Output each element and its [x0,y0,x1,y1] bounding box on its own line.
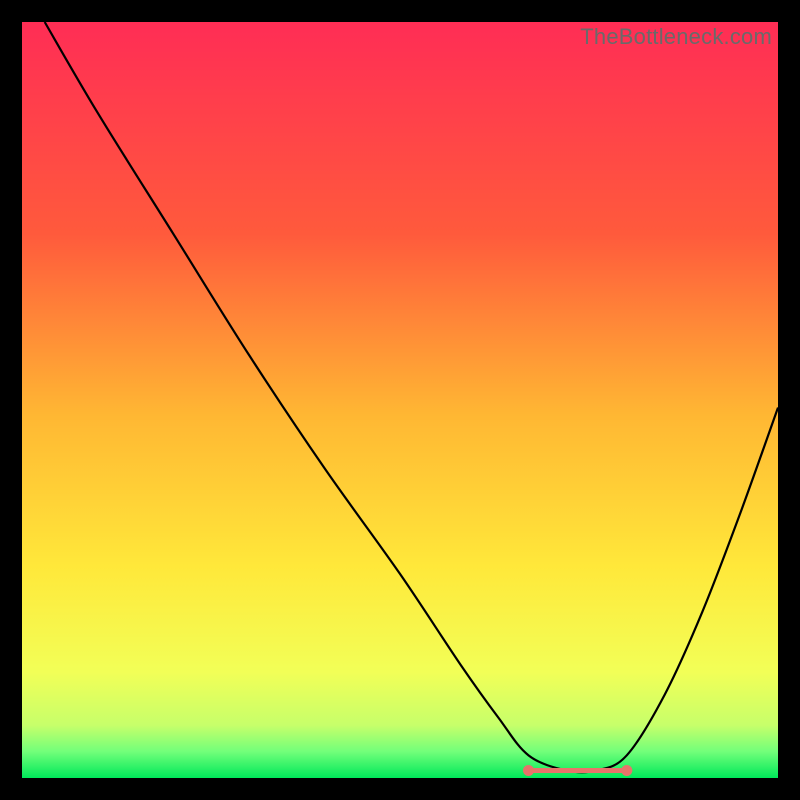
gradient-background [22,22,778,778]
chart-frame: TheBottleneck.com [22,22,778,778]
chart-plot [22,22,778,778]
watermark-label: TheBottleneck.com [580,24,772,50]
